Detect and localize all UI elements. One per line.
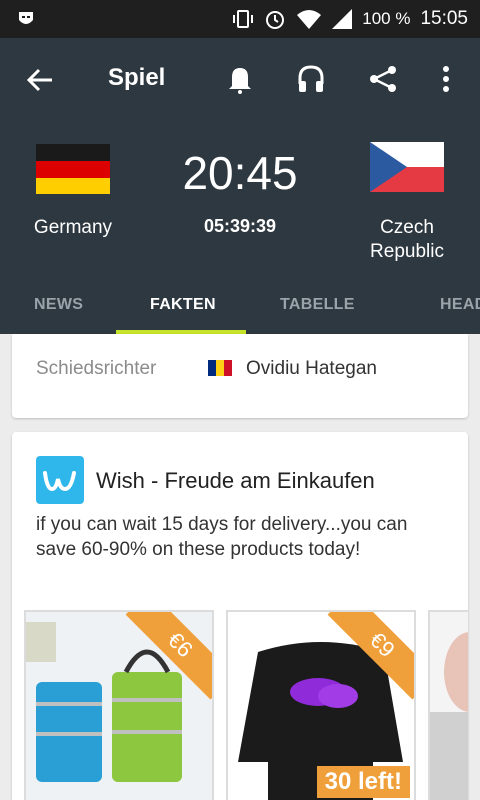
ad-title[interactable]: Wish - Freude am Einkaufen — [96, 468, 375, 494]
tab-fakten[interactable]: FAKTEN — [150, 296, 216, 314]
status-bar: 100 % 15:05 — [0, 0, 480, 38]
status-right: 100 % 15:05 — [232, 8, 468, 30]
kickoff-time: 20:45 — [182, 147, 298, 199]
referee-label: Schiedsrichter — [36, 358, 157, 379]
tab-news[interactable]: NEWS — [34, 296, 83, 314]
away-team-name[interactable]: Czech Republic — [352, 216, 462, 264]
app-notification-icon — [16, 9, 36, 29]
page-title: Spiel — [108, 64, 166, 91]
status-time: 15:05 — [420, 8, 468, 29]
wish-logo-icon — [36, 456, 84, 504]
match-header: Spiel Germany 20:45 05:39:39 Czech Repub… — [0, 38, 480, 334]
home-team-name[interactable]: Germany — [18, 216, 128, 240]
toolbar: Spiel — [0, 38, 480, 120]
vibrate-icon — [232, 9, 254, 29]
wifi-icon — [296, 9, 322, 29]
product-card[interactable]: €6 — [24, 610, 214, 800]
stock-badge: 30 left! — [316, 766, 410, 798]
battery-text: 100 % — [362, 9, 411, 28]
product-card[interactable]: €9 30 left! — [226, 610, 416, 800]
ad-card[interactable]: Wish - Freude am Einkaufen if you can wa… — [12, 432, 468, 800]
share-icon[interactable] — [368, 64, 398, 99]
signal-icon — [332, 9, 353, 29]
match-info: Germany 20:45 05:39:39 Czech Republic — [0, 128, 480, 288]
headphones-icon[interactable] — [296, 64, 326, 99]
czech-flag-icon — [370, 142, 444, 192]
countdown-timer: 05:39:39 — [203, 216, 277, 236]
alarm-icon — [264, 8, 286, 30]
tab-tabelle[interactable]: TABELLE — [280, 296, 355, 314]
back-arrow-icon[interactable] — [26, 66, 54, 99]
romania-flag-icon — [208, 360, 232, 376]
ad-description: if you can wait 15 days for delivery...y… — [36, 514, 408, 560]
tab-head[interactable]: HEAD — [440, 296, 480, 314]
referee-name[interactable]: Ovidiu Hategan — [246, 358, 377, 380]
bell-icon[interactable] — [226, 64, 254, 99]
more-vert-icon[interactable] — [440, 64, 452, 99]
model-image-icon — [430, 612, 468, 800]
facts-card: Schiedsrichter Ovidiu Hategan — [12, 334, 468, 418]
product-card[interactable] — [428, 610, 468, 800]
tab-bar: NEWS FAKTEN TABELLE HEAD — [0, 288, 480, 334]
germany-flag-icon — [36, 144, 110, 194]
